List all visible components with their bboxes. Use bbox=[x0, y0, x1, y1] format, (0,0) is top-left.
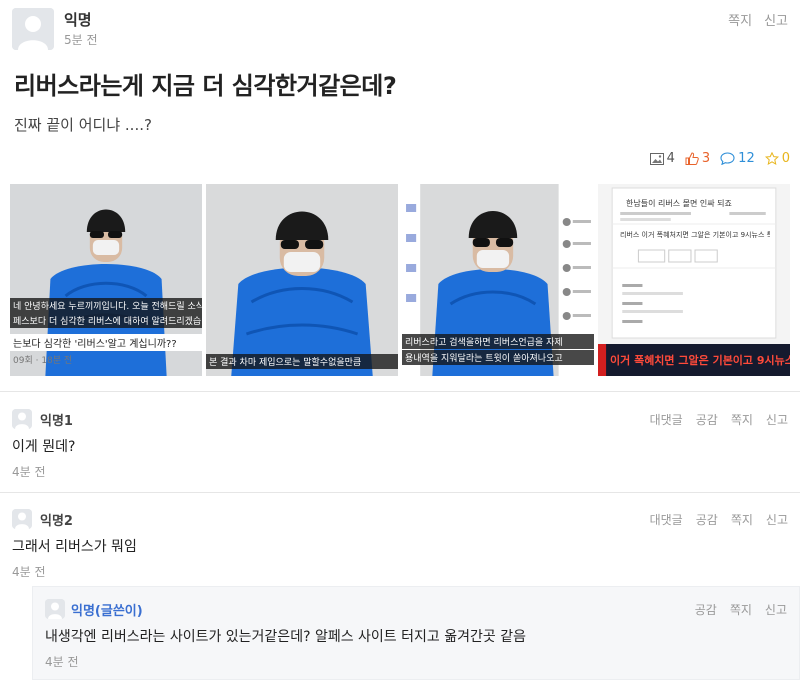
caption: 네 안녕하세요 누르끼끼입니다. 오늘 전해드릴 소식은 bbox=[10, 298, 202, 313]
message-button[interactable]: 쪽지 bbox=[728, 10, 752, 29]
gallery-image-3[interactable]: 리버스라고 검색을하면 리버스언급을 자제 용내역을 지워달라는 트윗이 쏟아져… bbox=[402, 184, 594, 376]
comment-text: 이게 뭔데? bbox=[12, 439, 76, 455]
reply-button[interactable]: 대댓글 bbox=[650, 411, 683, 428]
scrap-count[interactable]: 0 bbox=[764, 151, 790, 166]
like-button[interactable]: 공감 bbox=[696, 411, 718, 428]
reply-text: 내생각엔 리버스라는 사이트가 있는거같은데? 알페스 사이트 터지고 옮겨간곳… bbox=[45, 629, 526, 645]
comment-item: 익명2 대댓글 공감 쪽지 신고 그래서 리버스가 뭐임 4분 전 bbox=[0, 493, 800, 587]
comment-item: 익명1 대댓글 공감 쪽지 신고 이게 뭔데? 4분 전 bbox=[0, 392, 800, 492]
post-stats: 4 3 12 0 bbox=[649, 151, 790, 166]
like-button[interactable]: 공감 bbox=[696, 511, 718, 528]
message-button[interactable]: 쪽지 bbox=[731, 411, 753, 428]
gallery-image-2[interactable]: 본 결과 차마 제입으로는 말할수없을만큼 bbox=[206, 184, 398, 376]
post-title: 리버스라는게 지금 더 심각한거같은데? bbox=[14, 72, 397, 100]
image-icon bbox=[649, 152, 664, 165]
post-header: 익명 5분 전 쪽지 신고 bbox=[0, 0, 800, 60]
reply-actions: 공감 쪽지 신고 bbox=[695, 601, 787, 618]
report-button[interactable]: 신고 bbox=[765, 601, 787, 618]
caption: 이거 폭혜치면 그알은 기본이고 9시뉴스 bbox=[610, 354, 790, 367]
message-button[interactable]: 쪽지 bbox=[731, 511, 753, 528]
gallery-image-1[interactable]: 네 안녕하세요 누르끼끼입니다. 오늘 전해드릴 소식은 페스보다 더 심각한 … bbox=[10, 184, 202, 376]
caption: 는보다 심각한 '리버스'알고 계십니까?? bbox=[10, 334, 202, 351]
comment-count: 12 bbox=[720, 151, 755, 166]
comment-actions: 대댓글 공감 쪽지 신고 bbox=[650, 511, 788, 528]
image-gallery: 네 안녕하세요 누르끼끼입니다. 오늘 전해드릴 소식은 페스보다 더 심각한 … bbox=[10, 184, 790, 376]
comment-actions: 대댓글 공감 쪽지 신고 bbox=[650, 411, 788, 428]
reply-time: 4분 전 bbox=[45, 655, 79, 669]
message-button[interactable]: 쪽지 bbox=[730, 601, 752, 618]
post-author: 익명 bbox=[64, 11, 92, 29]
caption: 페스보다 더 심각한 리버스에 대하여 알려드리겠습니다 bbox=[10, 313, 202, 328]
caption: 09회 · 18분 전 bbox=[13, 356, 73, 366]
post-actions: 쪽지 신고 bbox=[728, 10, 788, 29]
thumbs-up-icon bbox=[685, 152, 699, 165]
comment-author: 익명2 bbox=[40, 514, 73, 529]
post-time: 5분 전 bbox=[64, 33, 98, 47]
reply-author: 익명(글쓴이) bbox=[71, 604, 143, 619]
report-button[interactable]: 신고 bbox=[766, 511, 788, 528]
report-button[interactable]: 신고 bbox=[766, 411, 788, 428]
gallery-image-4[interactable]: 한남들이 리버스 몰면 인싸 되죠 리버스 이거 폭혜처지면 그알은 기본이고 … bbox=[598, 184, 790, 376]
caption: 본 결과 차마 제입으로는 말할수없을만큼 bbox=[206, 354, 398, 369]
caption: 리버스 이거 폭혜처지면 그알은 기본이고 9시뉴스 특종이겠 bbox=[620, 231, 770, 239]
caption: 리버스라고 검색을하면 리버스언급을 자제 bbox=[402, 334, 594, 349]
comment-time: 4분 전 bbox=[12, 465, 46, 479]
reply-button[interactable]: 대댓글 bbox=[650, 511, 683, 528]
post-body: 진짜 끝이 어디냐 ....? bbox=[14, 116, 152, 134]
comment-author: 익명1 bbox=[40, 414, 73, 429]
avatar-icon[interactable] bbox=[12, 8, 54, 50]
like-button[interactable]: 공감 bbox=[695, 601, 717, 618]
avatar-icon[interactable] bbox=[12, 409, 32, 429]
image-count: 4 bbox=[649, 151, 675, 166]
avatar-icon[interactable] bbox=[12, 509, 32, 529]
caption: 용내역을 지워달라는 트윗이 쏟아져나오고 bbox=[402, 350, 594, 365]
report-button[interactable]: 신고 bbox=[764, 10, 788, 29]
caption: 한남들이 리버스 몰면 인싸 되죠 bbox=[626, 199, 732, 208]
avatar-icon[interactable] bbox=[45, 599, 65, 619]
reply-item: 익명(글쓴이) 공감 쪽지 신고 내생각엔 리버스라는 사이트가 있는거같은데?… bbox=[32, 586, 800, 680]
like-count[interactable]: 3 bbox=[685, 151, 710, 166]
comment-text: 그래서 리버스가 뭐임 bbox=[12, 539, 137, 555]
comment-bubble-icon bbox=[720, 152, 735, 165]
star-icon bbox=[764, 152, 779, 165]
comment-time: 4분 전 bbox=[12, 565, 46, 579]
